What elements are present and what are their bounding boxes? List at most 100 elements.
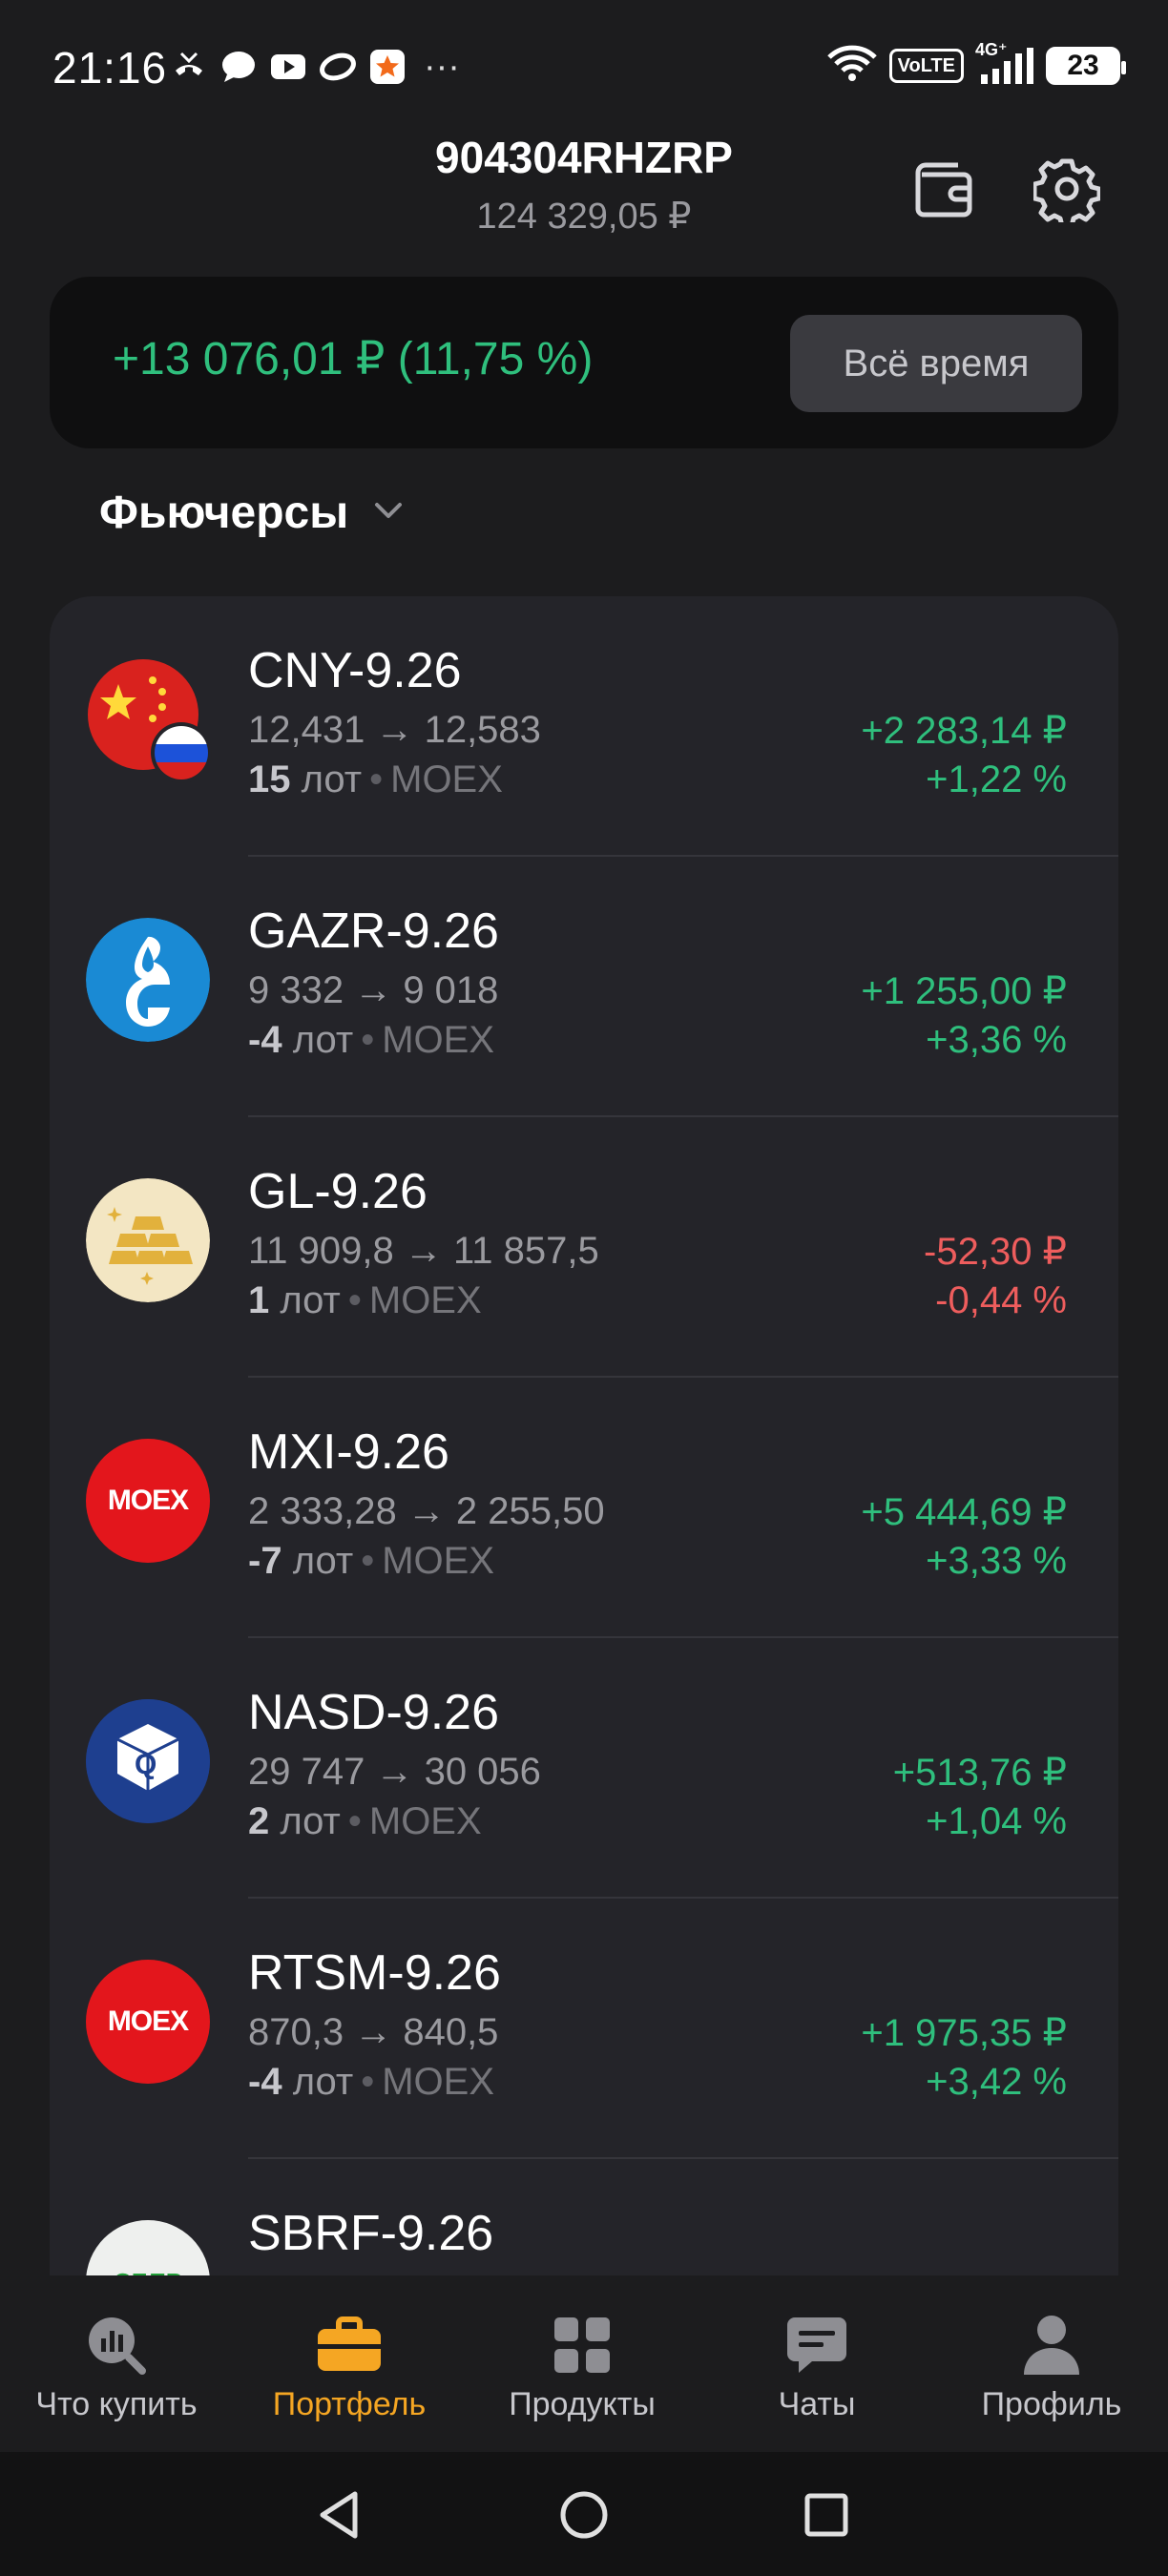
recents-button[interactable] bbox=[788, 2479, 865, 2555]
wallet-button[interactable] bbox=[905, 151, 985, 231]
lot-word: лот bbox=[280, 1279, 341, 1321]
exchange-label: MOEX bbox=[368, 1800, 482, 1842]
position-ticker: SBRF-9.26 bbox=[248, 2206, 494, 2261]
message-icon bbox=[219, 48, 258, 86]
tab-portfolio[interactable]: Портфель bbox=[235, 2314, 464, 2423]
lot-quantity: 2 bbox=[248, 1800, 270, 1842]
back-button[interactable] bbox=[302, 2479, 378, 2555]
position-prices: 2 333,28 → 2 255,50 bbox=[248, 1490, 605, 1532]
position-ticker: RTSM-9.26 bbox=[248, 1945, 501, 2001]
nasdaq-logo-text: Q bbox=[135, 1749, 157, 1780]
position-lots: 1 лот • MOEX bbox=[248, 1279, 482, 1321]
lot-word: лот bbox=[280, 1800, 341, 1842]
status-notification-icons: ··· bbox=[170, 48, 460, 86]
position-pnl: +1 255,00 ₽ bbox=[861, 970, 1067, 1012]
position-row[interactable]: GAZR-9.26 9 332 → 9 018 -4 лот • MOEX +1 2… bbox=[50, 857, 1118, 1117]
recents-square-icon bbox=[800, 2488, 853, 2546]
position-ticker: MXI-9.26 bbox=[248, 1424, 449, 1480]
exchange-label: MOEX bbox=[382, 1540, 494, 1582]
position-pnl: +5 444,69 ₽ bbox=[861, 1491, 1067, 1533]
position-lots: -7 лот • MOEX bbox=[248, 1540, 494, 1582]
period-selector-button[interactable]: Всё время bbox=[790, 315, 1082, 412]
app-star-icon bbox=[368, 48, 407, 86]
system-navigation-bar bbox=[0, 2452, 1168, 2576]
position-pnl-percent: +3,36 % bbox=[926, 1019, 1067, 1061]
account-id[interactable]: 904304RHZRP bbox=[0, 132, 1168, 183]
position-pnl-percent: -0,44 % bbox=[935, 1279, 1067, 1321]
section-selector[interactable]: Фьючерсы bbox=[99, 487, 407, 539]
account-header: 904304RHZRP 124 329,05 ₽ bbox=[0, 124, 1168, 258]
signal-icon: 4G⁺ bbox=[975, 40, 1034, 86]
lot-word: лот bbox=[301, 758, 363, 800]
grid-icon bbox=[553, 2316, 612, 2379]
position-pnl-percent: +3,33 % bbox=[926, 1540, 1067, 1582]
moex-icon: MOEX bbox=[86, 1439, 210, 1563]
position-prices: 11 909,8 → 11 857,5 bbox=[248, 1230, 599, 1272]
lot-quantity: 1 bbox=[248, 1279, 270, 1321]
position-row[interactable]: CNY-9.26 12,431 → 12,583 15 лот • MOEX +2 … bbox=[50, 596, 1118, 857]
position-row[interactable]: СБЕР SBRF-9.26 bbox=[50, 2159, 1118, 2275]
moex-logo-text: MOEX bbox=[107, 1485, 189, 1516]
lot-quantity: 15 bbox=[248, 758, 291, 800]
position-lots: -4 лот • MOEX bbox=[248, 1019, 494, 1061]
gold-bars-icon bbox=[86, 1178, 210, 1302]
exchange-label: MOEX bbox=[390, 758, 503, 800]
tab-products[interactable]: Продукты bbox=[468, 2314, 697, 2423]
position-ticker: NASD-9.26 bbox=[248, 1685, 499, 1740]
tab-label: Профиль bbox=[981, 2386, 1122, 2422]
screen: 21:16 ··· VoLTE 4G⁺ 23 904304RHZRP 124 3… bbox=[0, 0, 1168, 2576]
position-pnl: +2 283,14 ₽ bbox=[861, 710, 1067, 752]
home-button[interactable] bbox=[546, 2479, 622, 2555]
lot-word: лот bbox=[292, 2061, 354, 2103]
volte-badge: VoLTE bbox=[888, 48, 964, 83]
nasdaq-cube-icon: Q bbox=[86, 1699, 210, 1823]
position-prices: 870,3 → 840,5 bbox=[248, 2011, 499, 2053]
chart-search-icon bbox=[85, 2314, 148, 2381]
back-triangle-icon bbox=[313, 2488, 366, 2546]
moex-logo-text: MOEX bbox=[107, 2005, 189, 2037]
more-notifications: ··· bbox=[424, 47, 460, 87]
gear-icon bbox=[1032, 156, 1102, 228]
lot-word: лот bbox=[292, 1019, 354, 1061]
position-ticker: GAZR-9.26 bbox=[248, 904, 499, 959]
status-time: 21:16 bbox=[52, 43, 168, 93]
settings-button[interactable] bbox=[1027, 151, 1107, 231]
position-ticker: GL-9.26 bbox=[248, 1164, 428, 1219]
tab-label: Портфель bbox=[272, 2386, 427, 2422]
exchange-label: MOEX bbox=[368, 1279, 482, 1321]
battery-indicator: 23 bbox=[1046, 46, 1126, 85]
tab-chats[interactable]: Чаты bbox=[702, 2314, 931, 2423]
tab-what-to-buy[interactable]: Что купить bbox=[2, 2314, 231, 2423]
position-pnl: -52,30 ₽ bbox=[924, 1231, 1067, 1273]
bottom-tab-bar: Что купить Портфель Продукты Чаты Профил… bbox=[0, 2275, 1168, 2452]
position-row[interactable]: Q NASD-9.26 29 747 → 30 056 2 лот • MOEX +… bbox=[50, 1638, 1118, 1899]
total-profit: +13 076,01 ₽ (11,75 %) bbox=[113, 334, 594, 384]
tab-label: Что купить bbox=[35, 2386, 198, 2422]
position-pnl-percent: +1,04 % bbox=[926, 1800, 1067, 1842]
profit-card: +13 076,01 ₽ (11,75 %) Всё время bbox=[50, 277, 1118, 448]
sber-icon: СБЕР bbox=[86, 2220, 210, 2275]
lot-quantity: -4 bbox=[248, 2061, 282, 2103]
chat-icon bbox=[785, 2314, 848, 2381]
position-row[interactable]: GL-9.26 11 909,8 → 11 857,5 1 лот • MOEX -… bbox=[50, 1117, 1118, 1378]
wifi-icon bbox=[826, 44, 878, 87]
lot-quantity: -7 bbox=[248, 1540, 282, 1582]
tab-label: Чаты bbox=[778, 2386, 856, 2422]
ring-app-icon bbox=[319, 48, 357, 86]
position-row[interactable]: MOEX MXI-9.26 2 333,28 → 2 255,50 -7 лот… bbox=[50, 1378, 1118, 1638]
position-ticker: CNY-9.26 bbox=[248, 643, 462, 698]
position-pnl-percent: +1,22 % bbox=[926, 758, 1067, 800]
tab-profile[interactable]: Профиль bbox=[937, 2314, 1166, 2423]
exchange-label: MOEX bbox=[382, 2061, 494, 2103]
missed-call-icon bbox=[170, 48, 208, 86]
position-lots: 2 лот • MOEX bbox=[248, 1800, 482, 1842]
chevron-down-icon bbox=[369, 491, 407, 534]
china-russia-flag-icon bbox=[86, 657, 212, 783]
position-lots: 15 лот • MOEX bbox=[248, 758, 503, 800]
account-total: 124 329,05 ₽ bbox=[476, 197, 692, 237]
sber-logo-text: СБЕР bbox=[114, 2268, 182, 2276]
position-row[interactable]: MOEX RTSM-9.26 870,3 → 840,5 -4 лот • MOEX… bbox=[50, 1899, 1118, 2159]
moex-icon: MOEX bbox=[86, 1960, 210, 2084]
home-circle-icon bbox=[557, 2488, 611, 2546]
wallet-icon bbox=[912, 159, 977, 223]
